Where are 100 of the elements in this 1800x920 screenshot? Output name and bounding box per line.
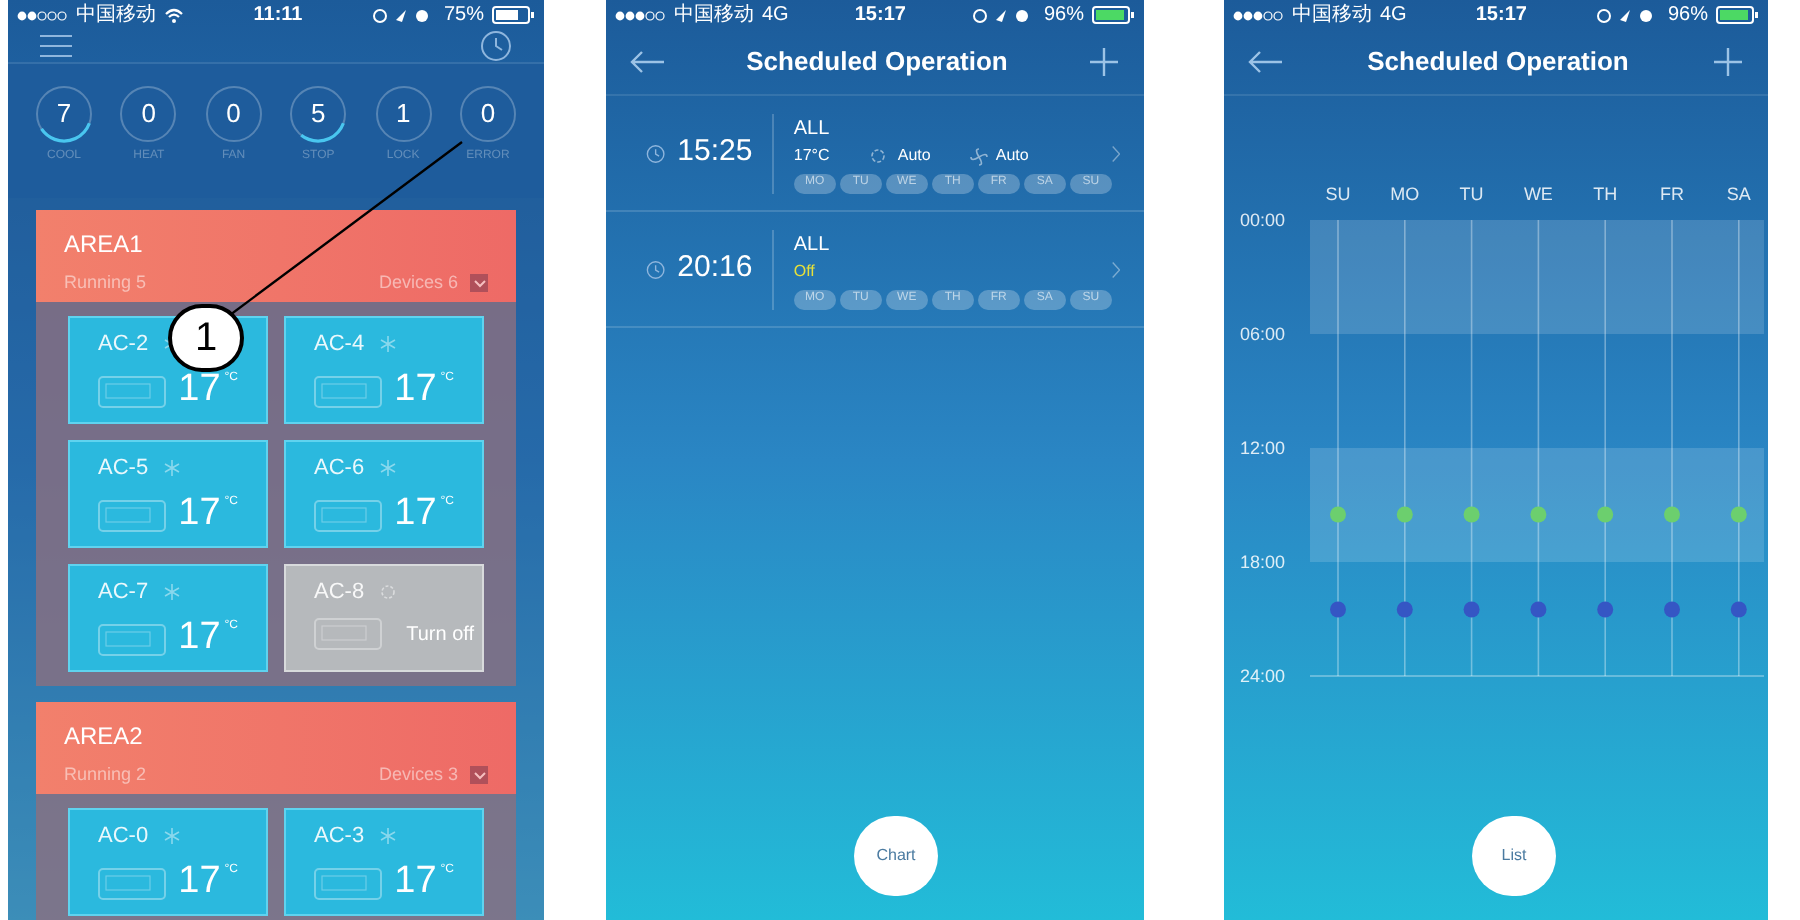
air-conditioner-icon — [314, 375, 382, 407]
network-type: 4G — [762, 2, 789, 30]
mode-icon — [869, 148, 886, 164]
schedule-target: ALL — [793, 231, 832, 259]
snowflake-icon — [164, 828, 181, 845]
time-label: 06:00 — [1240, 324, 1286, 344]
signal-icon — [1232, 9, 1284, 21]
schedule-button[interactable] — [480, 30, 512, 62]
carrier-name: 中国移动 — [76, 1, 156, 30]
time-label: 18:00 — [1240, 552, 1286, 572]
schedule-point[interactable] — [1597, 601, 1614, 618]
schedule-point[interactable] — [1730, 601, 1747, 618]
chevron-right-icon — [1111, 141, 1120, 165]
screen-title: Scheduled Operation — [746, 44, 1008, 81]
schedule-point[interactable] — [1597, 506, 1614, 523]
air-conditioner-icon — [314, 499, 382, 531]
wifi-icon — [164, 7, 184, 23]
back-button[interactable] — [1248, 50, 1284, 74]
air-conditioner-icon — [314, 617, 382, 649]
clock-time: 11:11 — [251, 2, 305, 30]
schedule-point[interactable] — [1396, 506, 1413, 523]
day-label: WE — [1523, 184, 1553, 204]
schedule-point[interactable] — [1530, 506, 1547, 523]
chart-button[interactable]: Chart — [854, 816, 938, 896]
carrier-name: 中国移动 — [1292, 1, 1372, 30]
clock-time: 15:17 — [1473, 2, 1529, 30]
menu-button[interactable] — [40, 34, 72, 58]
device-name: AC-2 — [98, 330, 149, 360]
devices-count: Devices 6 — [378, 270, 458, 296]
schedule-point[interactable] — [1330, 506, 1346, 523]
temperature: 17 — [178, 861, 221, 899]
circle-icon — [380, 584, 397, 601]
day-label: TU — [1459, 184, 1484, 204]
plus-icon — [1712, 46, 1744, 78]
schedule-point[interactable] — [1664, 601, 1680, 618]
schedule-time: 15:25 — [677, 132, 753, 173]
device-name: AC-5 — [98, 454, 149, 484]
expand-button[interactable] — [470, 274, 488, 293]
add-button[interactable] — [1088, 46, 1120, 78]
back-arrow-icon — [630, 50, 666, 74]
day-label: SA — [1726, 184, 1751, 204]
carrier-name: 中国移动 — [674, 1, 754, 30]
chevron-down-icon — [473, 279, 485, 288]
air-conditioner-icon — [98, 623, 166, 655]
device-name: AC-3 — [314, 822, 365, 852]
temperature: 17 — [394, 369, 437, 407]
temperature: 17 — [178, 493, 221, 531]
clock-icon — [646, 139, 666, 167]
status-counter: 7 — [34, 84, 94, 144]
back-button[interactable] — [630, 50, 666, 74]
list-button[interactable]: List — [1472, 816, 1556, 896]
battery-icon — [1716, 6, 1760, 24]
day-label: TH — [1593, 184, 1618, 204]
schedule-point[interactable] — [1463, 601, 1480, 618]
time-label: 12:00 — [1240, 438, 1286, 458]
air-conditioner-icon — [98, 499, 166, 531]
fan-speed: Auto — [995, 144, 1029, 168]
set-temperature: 17°C — [793, 144, 832, 168]
device-card[interactable]: AC-8 Turn off — [284, 564, 484, 672]
status-counter: 5 — [288, 84, 349, 144]
schedule-point[interactable] — [1730, 506, 1747, 523]
battery-icon — [492, 6, 536, 24]
snowflake-icon — [164, 460, 181, 477]
air-conditioner-icon — [98, 375, 166, 407]
schedule-point[interactable] — [1330, 601, 1346, 618]
day-label: SU — [1325, 184, 1351, 204]
signal-icon — [16, 9, 68, 21]
power-state: Off — [793, 260, 815, 284]
fan-icon — [969, 147, 988, 165]
snowflake-icon — [380, 460, 397, 477]
schedule-point[interactable] — [1396, 601, 1413, 618]
screen-title: Scheduled Operation — [1367, 44, 1629, 81]
network-type: 4G — [1380, 2, 1407, 30]
area-name: AREA1 — [64, 228, 145, 262]
schedule-time: 20:16 — [677, 248, 753, 289]
schedule-point[interactable] — [1530, 601, 1547, 618]
snowflake-icon — [380, 828, 397, 845]
clock-time: 15:17 — [852, 2, 908, 30]
add-button[interactable] — [1712, 46, 1744, 78]
time-label: 24:00 — [1240, 666, 1286, 686]
running-count: Running 2 — [64, 762, 149, 788]
device-name: AC-0 — [98, 822, 149, 852]
status-counter: 0 — [457, 84, 518, 144]
devices-count: Devices 3 — [378, 762, 458, 788]
temperature: 17 — [178, 617, 221, 655]
device-name: AC-4 — [314, 330, 365, 360]
schedule-point[interactable] — [1463, 506, 1480, 523]
snowflake-icon — [380, 336, 397, 353]
back-arrow-icon — [1248, 50, 1284, 74]
status-counter: 1 — [373, 84, 434, 144]
clock-icon — [480, 30, 512, 62]
power-state: Turn off — [406, 621, 474, 649]
status-counter: 0 — [203, 84, 264, 144]
plus-icon — [1088, 46, 1120, 78]
battery-icon — [1092, 6, 1136, 24]
battery-percent: 75% — [443, 2, 484, 30]
area-name: AREA2 — [64, 720, 145, 754]
snowflake-icon — [164, 584, 181, 601]
expand-button[interactable] — [470, 766, 488, 785]
schedule-point[interactable] — [1664, 506, 1680, 523]
